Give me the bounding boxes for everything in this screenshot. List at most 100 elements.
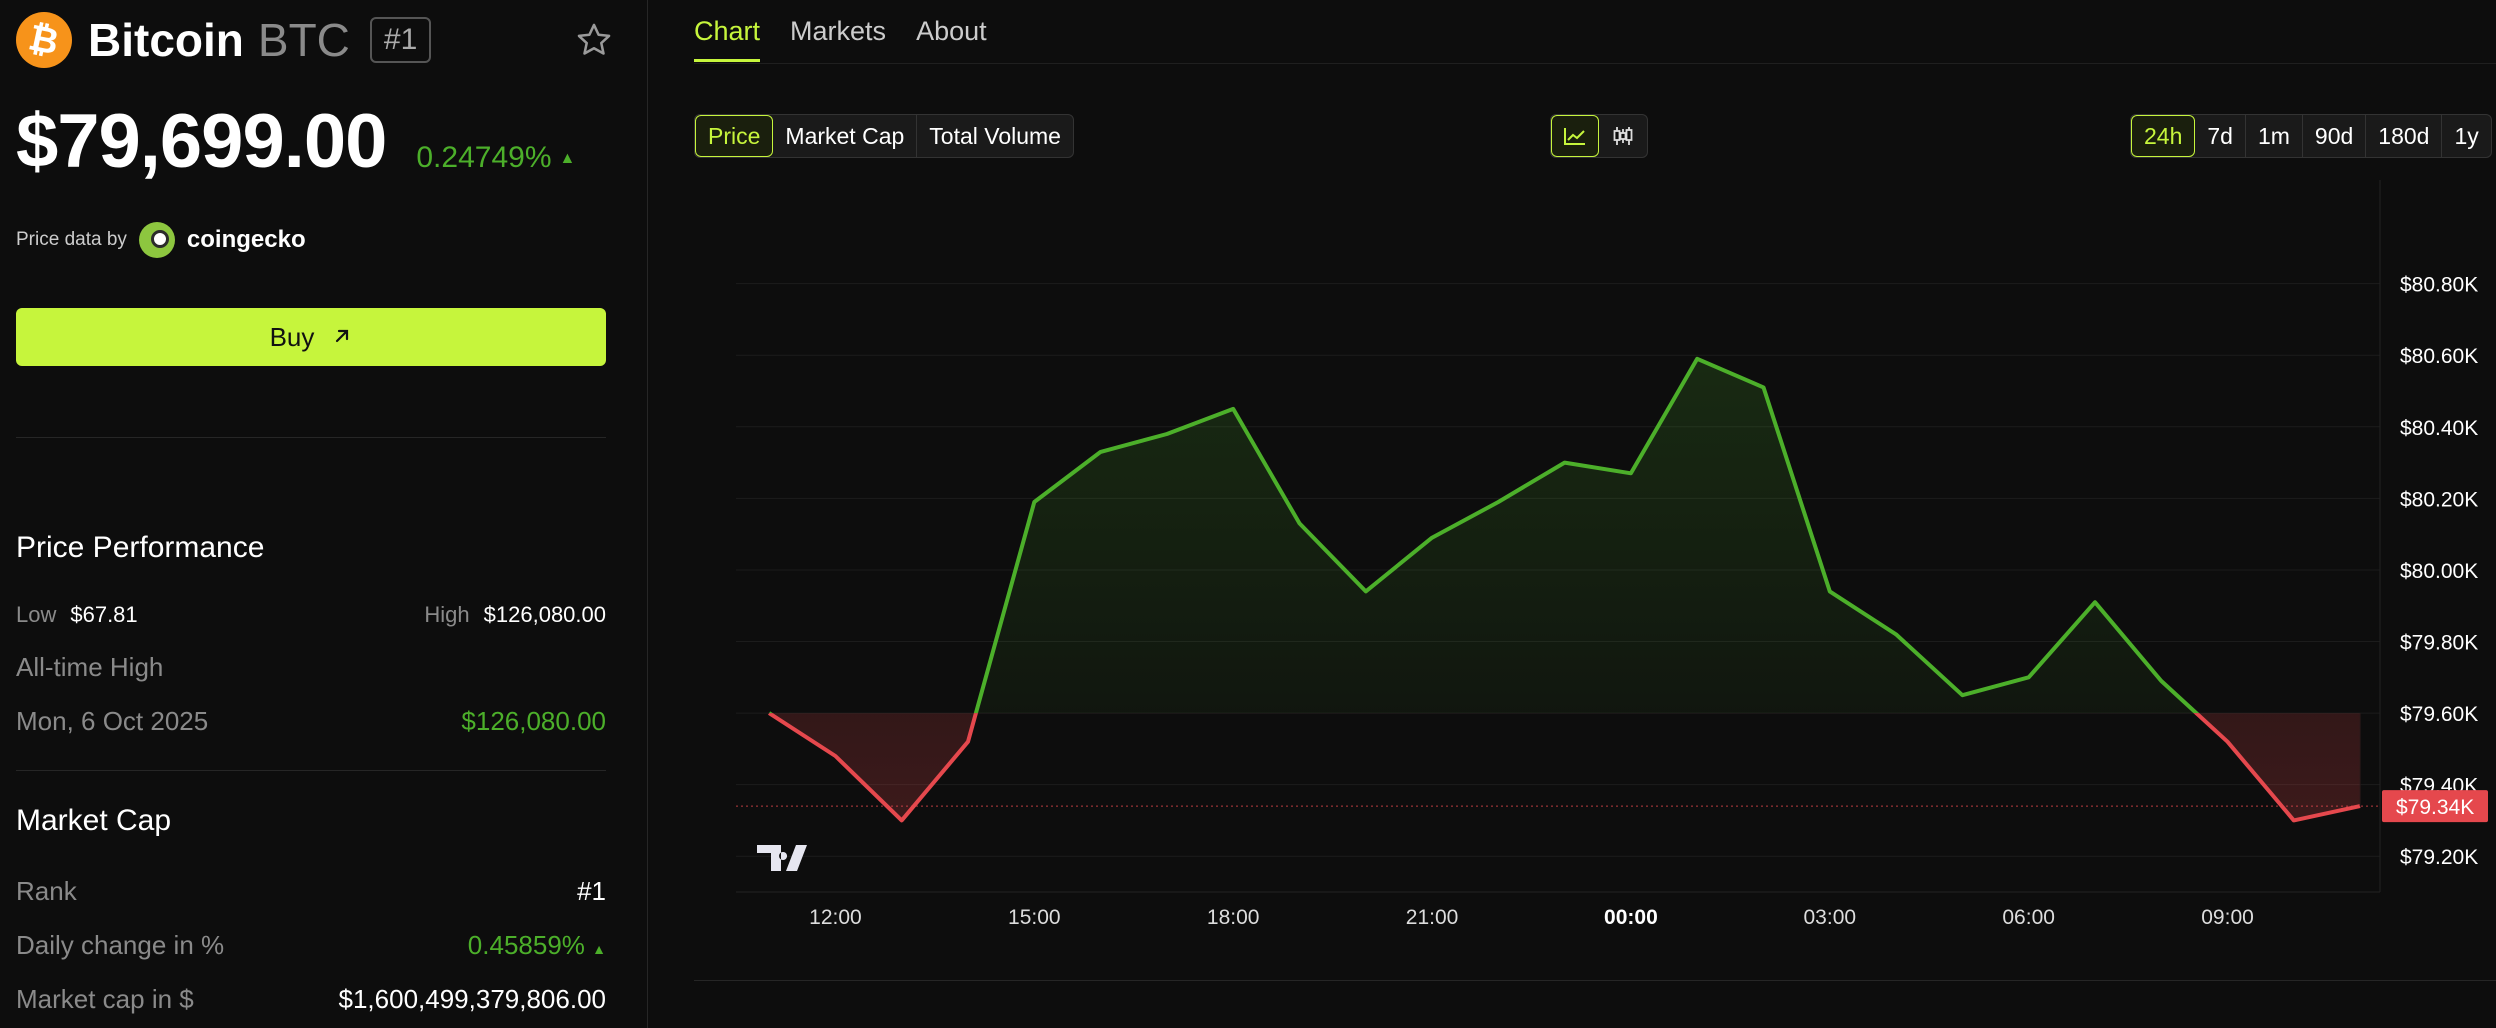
market-cap-label: Market cap in $ — [16, 984, 194, 1014]
range-7d-button[interactable]: 7d — [2195, 115, 2246, 157]
x-tick-label: 15:00 — [1008, 906, 1061, 929]
price-chart[interactable]: $80.80K $80.60K $80.40K $80.20K $80.00K $79.8… — [694, 180, 2496, 980]
data-point — [1762, 385, 1766, 389]
market-cap-row: Market cap in $ $1,600,499,379,806.00 — [16, 984, 606, 1015]
candlestick-icon[interactable] — [1599, 115, 1647, 157]
rank-row: Rank #1 — [16, 876, 606, 907]
data-point — [900, 818, 904, 822]
data-point — [1231, 407, 1235, 411]
tabs-divider — [694, 63, 2496, 64]
market-cap-metric-button[interactable]: Market Cap — [773, 115, 918, 157]
up-arrow-icon: ▲ — [592, 941, 606, 957]
daily-change-row: Daily change in % 0.45859% ▲ — [16, 930, 606, 961]
time-range-selector: 24h 7d 1m 90d 180d 1y — [2130, 114, 2492, 158]
y-tick-label: $80.00K — [2400, 560, 2478, 583]
range-1m-button[interactable]: 1m — [2246, 115, 2303, 157]
data-point — [1629, 471, 1633, 475]
divider — [16, 770, 606, 771]
range-1y-button[interactable]: 1y — [2442, 115, 2490, 157]
daily-change-value: 0.45859% — [467, 930, 585, 960]
tradingview-logo-icon — [757, 845, 807, 871]
metric-selector: Price Market Cap Total Volume — [694, 114, 1074, 158]
data-point — [2159, 679, 2163, 683]
bitcoin-icon: ₿ — [16, 12, 72, 68]
data-point — [1297, 521, 1301, 525]
data-point — [2226, 740, 2230, 744]
data-point — [1165, 432, 1169, 436]
buy-button[interactable]: Buy — [16, 308, 606, 366]
data-point — [1364, 589, 1368, 593]
x-tick-label: 12:00 — [809, 906, 862, 929]
external-arrow-icon — [332, 322, 352, 353]
price-change: 0.24749% ▲ — [416, 141, 575, 175]
current-price-label: $79.34K — [2396, 796, 2474, 819]
coin-name: Bitcoin — [88, 14, 244, 66]
data-point — [2292, 818, 2296, 822]
area-fill-up — [769, 358, 2361, 714]
tab-chart[interactable]: Chart — [694, 16, 761, 62]
star-icon[interactable] — [572, 18, 616, 62]
rank-badge: #1 — [369, 17, 432, 63]
coin-header: ₿ Bitcoin BTC #1 — [16, 12, 616, 68]
range-90d-button[interactable]: 90d — [2303, 115, 2367, 157]
y-tick-label: $80.60K — [2400, 345, 2478, 368]
data-point — [1099, 450, 1103, 454]
ath-row: Mon, 6 Oct 2025 $126,080.00 — [16, 706, 606, 737]
coingecko-logo-icon — [138, 222, 175, 258]
price-chart-svg[interactable]: $80.80K $80.60K $80.40K $80.20K $80.00K $79.8… — [694, 180, 2496, 980]
y-tick-label: $79.60K — [2400, 703, 2478, 726]
low-high-row: Low $67.81 High $126,080.00 — [16, 602, 606, 628]
data-point — [2093, 600, 2097, 604]
x-tick-label: 03:00 — [1804, 906, 1857, 929]
tab-markets[interactable]: Markets — [790, 16, 886, 62]
daily-change-value-wrap: 0.45859% ▲ — [468, 930, 606, 961]
x-tick-label: 06:00 — [2002, 906, 2055, 929]
data-point — [1032, 500, 1036, 504]
daily-change-label: Daily change in % — [16, 930, 225, 960]
range-180d-button[interactable]: 180d — [2366, 115, 2443, 157]
price-data-attribution: Price data by coingecko — [16, 222, 306, 258]
y-tick-label: $80.40K — [2400, 417, 2478, 440]
market-cap-title: Market Cap — [16, 804, 172, 837]
price-performance-title: Price Performance — [16, 531, 265, 564]
y-tick-label: $79.80K — [2400, 632, 2478, 655]
data-point — [1496, 500, 1500, 504]
data-point — [2027, 675, 2031, 679]
chart-style-selector — [1550, 114, 1648, 158]
ath-label: All-time High — [16, 652, 164, 682]
buy-button-label: Buy — [269, 321, 315, 352]
coin-symbol: BTC — [257, 14, 350, 66]
ath-date: Mon, 6 Oct 2025 — [16, 706, 209, 736]
price-data-provider[interactable]: coingecko — [187, 226, 306, 254]
price-metric-button[interactable]: Price — [695, 115, 774, 157]
data-point — [833, 754, 837, 758]
total-volume-metric-button[interactable]: Total Volume — [917, 115, 1073, 157]
data-point — [1563, 461, 1567, 465]
data-point — [767, 711, 771, 715]
high-label: High — [424, 602, 470, 627]
tab-about[interactable]: About — [916, 16, 987, 62]
x-tick-label: 21:00 — [1406, 906, 1459, 929]
coin-info-panel: ₿ Bitcoin BTC #1 $79,699.00 0.24749% ▲ Pr… — [0, 0, 648, 1028]
data-point — [966, 740, 970, 744]
main-tabs: Chart Markets About — [694, 16, 1017, 62]
current-price: $79,699.00 — [16, 99, 387, 184]
y-tick-label: $79.20K — [2400, 846, 2478, 869]
rank-value: #1 — [577, 876, 606, 906]
y-tick-label: $80.80K — [2400, 274, 2478, 297]
rank-label: Rank — [16, 876, 77, 906]
line-chart-icon[interactable] — [1551, 115, 1599, 157]
price-row: $79,699.00 0.24749% ▲ — [16, 98, 575, 185]
price-change-value: 0.24749% — [416, 141, 552, 174]
high-value: $126,080.00 — [483, 602, 606, 627]
data-point — [1894, 632, 1898, 636]
price-data-label: Price data by — [16, 229, 127, 250]
divider — [16, 437, 606, 438]
data-point — [1695, 357, 1699, 361]
low-label: Low — [16, 602, 57, 627]
data-point — [1960, 693, 1964, 697]
y-tick-label: $80.20K — [2400, 488, 2478, 511]
ath-label-row: All-time High — [16, 652, 606, 683]
data-point — [1430, 536, 1434, 540]
range-24h-button[interactable]: 24h — [2131, 115, 2196, 157]
